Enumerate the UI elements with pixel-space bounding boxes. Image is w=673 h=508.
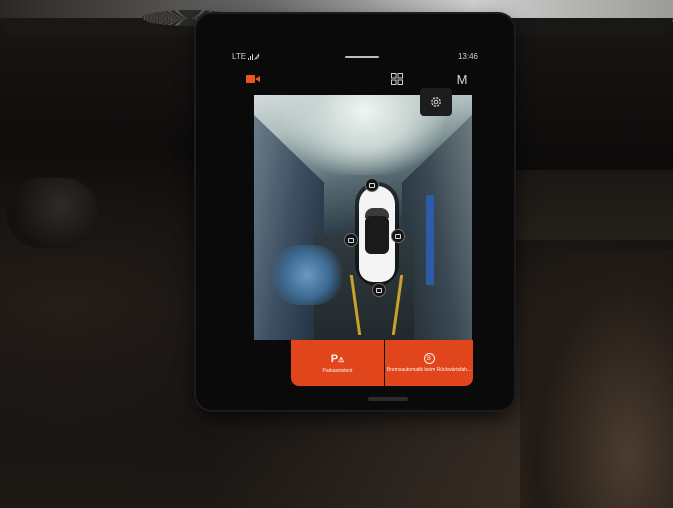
steering-column [6,178,98,248]
park-assist-button[interactable]: P⚠ Parkassistent [291,340,384,386]
camera-icon [246,74,260,84]
clock: 13:46 [457,52,478,61]
brake-icon: B [423,353,435,364]
camera-settings-button[interactable] [420,88,452,116]
front-camera-button[interactable] [365,178,379,192]
dashboard-panel [500,170,673,240]
right-camera-icon [395,233,401,239]
left-camera-button[interactable] [344,233,358,247]
front-camera-icon [369,182,375,188]
park-assist-label: Parkassistent [322,367,353,374]
overhead-car-graphic [355,182,399,286]
status-bar: LTE 13:46 [232,50,478,64]
tab-m[interactable]: M [451,70,473,88]
gear-icon [431,97,441,107]
left-camera-icon [348,237,354,243]
drag-handle[interactable] [345,56,379,58]
rear-camera-icon [376,287,382,293]
network-indicator: LTE [232,52,260,61]
reverse-brake-label: Bremsautomatik beim Rückwärtsfah... [386,367,472,373]
tablet-bottom-light [368,397,408,401]
rear-camera-button[interactable] [372,283,386,297]
park-assist-icon: P⚠ [330,352,345,365]
tab-apps[interactable] [386,70,408,88]
reverse-brake-button[interactable]: B Bremsautomatik beim Rückwärtsfah... [385,340,473,386]
top-navigation: M [232,70,478,309]
tab-camera[interactable] [242,70,264,88]
passenger-seat [520,250,673,508]
apps-grid-icon [391,73,403,85]
right-camera-button[interactable] [391,229,405,243]
signal-location-icon [248,54,260,61]
